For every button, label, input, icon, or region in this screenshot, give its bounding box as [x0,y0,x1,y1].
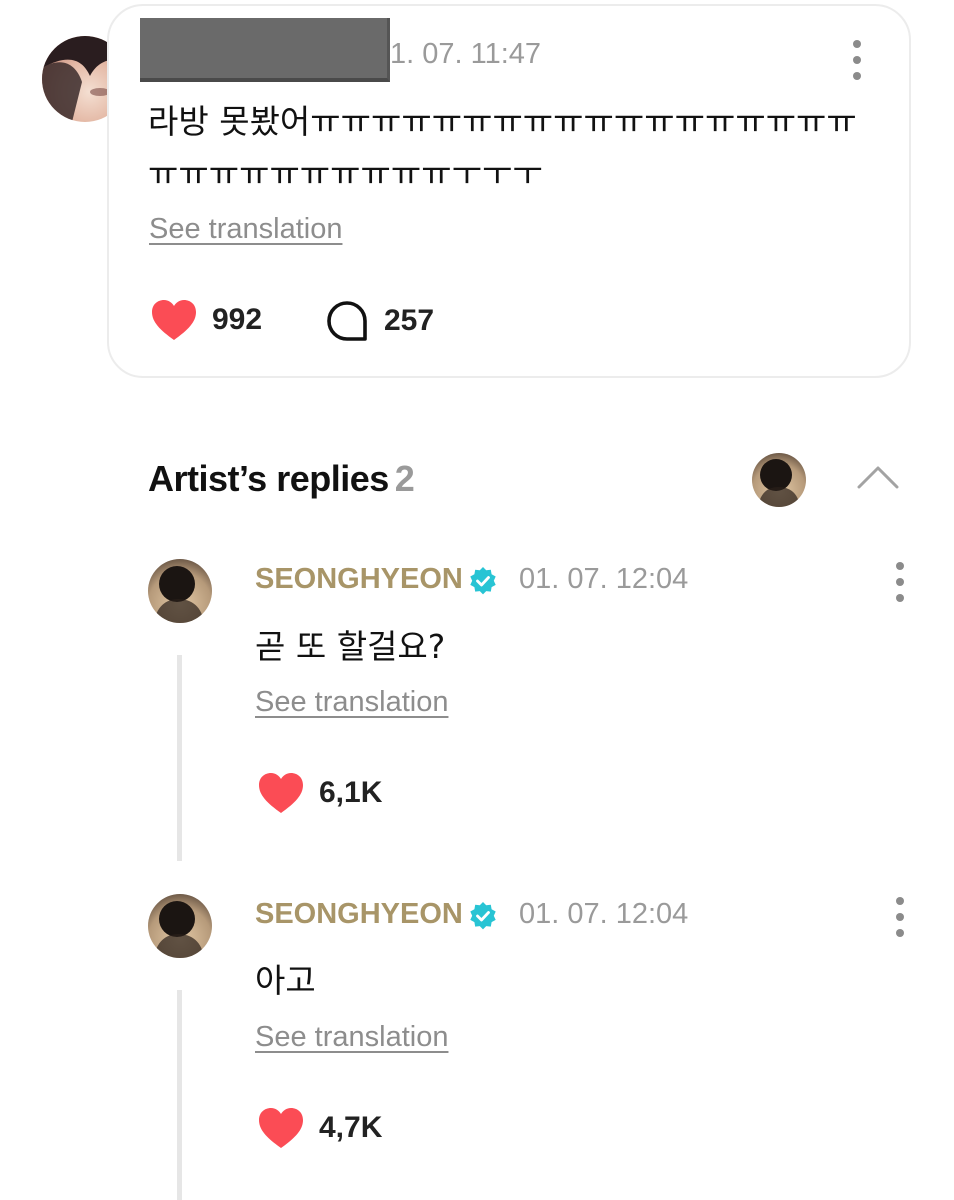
reply-like-button[interactable]: 4,7K [257,1106,382,1150]
post-timestamp: 1. 07. 11:47 [390,38,542,70]
chevron-up-icon [857,466,899,489]
artist-replies-title: Artist’s replies [148,458,389,499]
reply-more-options-icon[interactable] [890,562,910,602]
artist-replies-count: 2 [394,458,415,499]
reply-timestamp: 01. 07. 12:04 [519,898,689,930]
reply-like-count: 4,7K [319,1111,383,1144]
reply-like-button[interactable]: 6,1K [257,771,382,815]
post-comment-count: 257 [384,304,435,337]
reply-timestamp: 01. 07. 12:04 [519,563,689,595]
comment-thread-page: 1. 07. 11:47 라방 못봤어ㅠㅠㅠㅠㅠㅠㅠㅠㅠㅠㅠㅠㅠㅠㅠㅠㅠㅠㅠㅠㅠ… [0,0,954,1200]
artist-name[interactable]: SEONGHYEON [255,563,463,596]
reply-text: 곧 또 할걸요? [255,627,446,666]
reply-text: 아고 [255,961,316,1000]
artist-avatar-small [752,453,806,507]
heart-icon [257,771,305,815]
thread-line [177,990,182,1200]
post-comment-button[interactable]: 257 [326,300,434,342]
verified-badge-icon [468,566,498,596]
heart-icon [257,1106,305,1150]
post-see-translation-link[interactable]: See translation [149,213,342,246]
verified-badge-icon [468,901,498,931]
thread-line [177,655,182,861]
artist-avatar[interactable] [148,559,212,623]
reply-see-translation-link[interactable]: See translation [255,1021,448,1054]
reply-see-translation-link[interactable]: See translation [255,686,448,719]
post-like-count: 992 [212,303,263,336]
post-like-button[interactable]: 992 [150,298,262,342]
collapse-replies-button[interactable] [856,462,900,492]
artist-replies-header: Artist’s replies 2 [148,458,415,500]
reply-like-count: 6,1K [319,776,383,809]
post-text: 라방 못봤어ㅠㅠㅠㅠㅠㅠㅠㅠㅠㅠㅠㅠㅠㅠㅠㅠㅠㅠㅠㅠㅠㅠㅠㅠㅠㅠㅠㅠㅜㅜㅜ [148,102,857,193]
comment-bubble-icon [327,301,367,341]
heart-icon [150,298,198,342]
redacted-username [140,18,390,82]
artist-name[interactable]: SEONGHYEON [255,898,463,931]
artist-avatar[interactable] [148,894,212,958]
post-more-options-icon[interactable] [847,40,867,80]
reply-more-options-icon[interactable] [890,897,910,937]
